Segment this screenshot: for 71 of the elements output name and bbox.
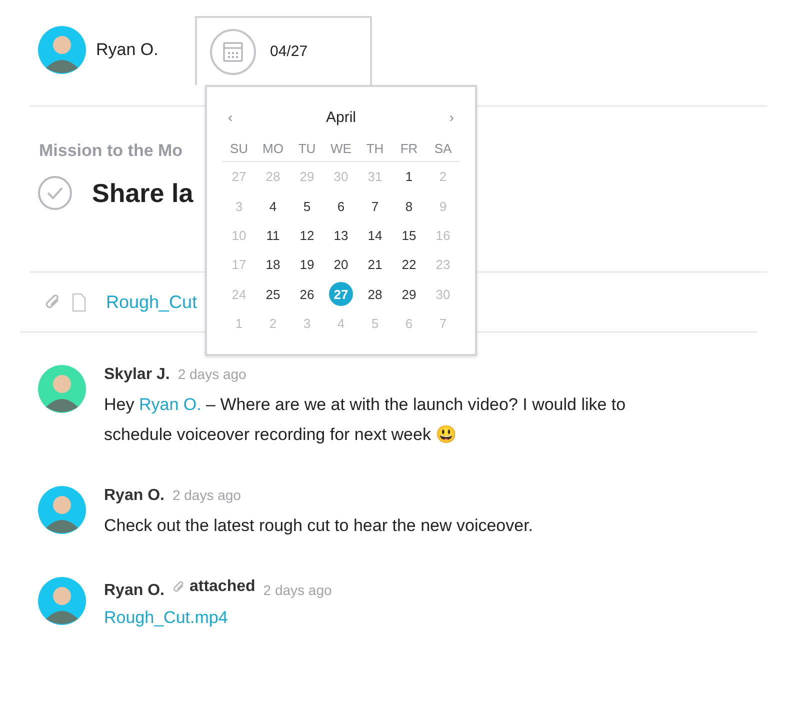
calendar-day[interactable]: 12 xyxy=(295,223,319,248)
timestamp: 2 days ago xyxy=(263,582,332,598)
calendar-day[interactable]: 24 xyxy=(227,282,251,306)
calendar-day[interactable]: 29 xyxy=(295,164,319,189)
weekday-label: WE xyxy=(324,137,358,162)
calendar-day[interactable]: 6 xyxy=(329,194,353,218)
month-title: April xyxy=(326,108,356,126)
attachment-link[interactable]: Rough_Cut.mp4 xyxy=(104,608,332,628)
calendar-day[interactable]: 5 xyxy=(363,312,387,336)
calendar-icon xyxy=(210,28,256,74)
comment-text: Hey Ryan O. – Where are we at with the launch video? I would like to schedule voiceover recording for next week 😃 xyxy=(104,394,627,446)
calendar-day[interactable]: 26 xyxy=(295,282,319,306)
weekday-label: SA xyxy=(426,137,460,162)
weekday-label: MO xyxy=(256,137,290,162)
weekday-label: FR xyxy=(392,137,426,162)
calendar-day[interactable]: 27 xyxy=(329,282,353,306)
due-date: 04/27 xyxy=(270,43,308,60)
calendar-day[interactable]: 3 xyxy=(295,312,319,336)
calendar-day[interactable]: 15 xyxy=(397,223,421,248)
calendar-day[interactable]: 11 xyxy=(261,223,285,248)
calendar-day[interactable]: 4 xyxy=(261,194,285,218)
author-name: Skylar J. xyxy=(104,366,170,384)
calendar-day[interactable]: 5 xyxy=(295,194,319,218)
calendar-day[interactable]: 19 xyxy=(295,252,319,277)
previous-month-button[interactable]: ‹ xyxy=(224,109,237,125)
calendar-day[interactable]: 31 xyxy=(363,164,387,189)
calendar-day[interactable]: 2 xyxy=(261,312,285,336)
author-name: Ryan O. xyxy=(104,487,164,505)
assignee-name: Ryan O. xyxy=(96,40,160,60)
calendar-day[interactable]: 6 xyxy=(397,312,421,336)
calendar-day[interactable]: 23 xyxy=(431,252,455,277)
weekday-label: TU xyxy=(290,137,324,162)
calendar-day[interactable]: 17 xyxy=(227,252,251,277)
weekday-label: SU xyxy=(222,137,256,162)
file-icon xyxy=(72,292,86,312)
calendar-day[interactable]: 18 xyxy=(261,252,285,277)
mention-link[interactable]: Ryan O. xyxy=(138,395,202,414)
complete-check-icon[interactable] xyxy=(38,176,72,210)
attachment-link[interactable]: Rough_Cut xyxy=(106,292,198,312)
calendar-day[interactable]: 20 xyxy=(329,252,353,277)
calendar-day[interactable]: 3 xyxy=(227,194,251,218)
calendar-day[interactable]: 16 xyxy=(431,223,455,248)
calendar-day[interactable]: 22 xyxy=(397,252,421,277)
calendar-day[interactable]: 14 xyxy=(363,223,387,248)
author-name: Ryan O. xyxy=(104,582,164,600)
calendar-day[interactable]: 30 xyxy=(329,164,353,189)
timestamp: 2 days ago xyxy=(178,366,246,382)
calendar-day[interactable]: 21 xyxy=(363,252,387,277)
calendar-day[interactable]: 4 xyxy=(329,312,353,336)
calendar-day[interactable]: 10 xyxy=(227,223,251,248)
calendar-day[interactable]: 2 xyxy=(431,164,455,189)
calendar-day[interactable]: 25 xyxy=(261,282,285,306)
calendar-day[interactable]: 8 xyxy=(397,194,421,218)
calendar-day[interactable]: 27 xyxy=(227,164,251,189)
calendar-day[interactable]: 9 xyxy=(431,194,455,218)
timestamp: 2 days ago xyxy=(172,487,241,503)
next-month-button[interactable]: › xyxy=(445,109,458,125)
calendar-day[interactable]: 13 xyxy=(329,223,353,248)
calendar-day[interactable]: 29 xyxy=(397,282,421,306)
calendar-day[interactable]: 7 xyxy=(431,312,455,336)
task-title: Share la xyxy=(92,178,194,208)
calendar-day[interactable]: 28 xyxy=(363,282,387,306)
project-name[interactable]: Mission to the Mo xyxy=(39,141,183,161)
calendar-day[interactable]: 1 xyxy=(397,164,421,189)
calendar-day[interactable]: 30 xyxy=(431,282,455,306)
comment-text: Check out the latest rough cut to hear the new voiceover. xyxy=(104,515,534,537)
weekday-label: TH xyxy=(358,137,392,162)
calendar-day[interactable]: 7 xyxy=(363,194,387,218)
attached-label: attached xyxy=(172,578,256,596)
calendar-day[interactable]: 1 xyxy=(227,312,251,336)
calendar-day[interactable]: 28 xyxy=(261,164,285,189)
